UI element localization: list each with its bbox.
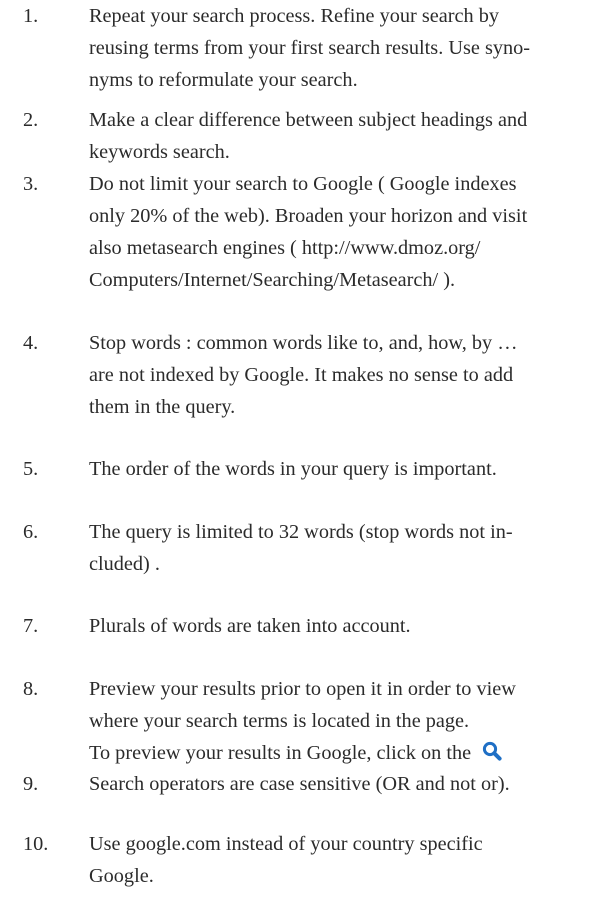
tip-line: To preview your results in Google, click… bbox=[89, 742, 472, 764]
tip-line: Search operators are case sensitive (OR … bbox=[89, 773, 510, 795]
tip-line: Repeat your search process. Refine your … bbox=[89, 5, 499, 27]
tip-number: 9. bbox=[23, 773, 39, 795]
tip-line: Computers/Internet/Searching/Metasearch/… bbox=[89, 269, 456, 291]
tip-line: The query is limited to 32 words (stop w… bbox=[89, 521, 513, 543]
tip-line: nyms to reformulate your search. bbox=[89, 69, 358, 91]
tip-text: The query is limited to 32 words (stop w… bbox=[89, 516, 609, 580]
tip-line: Plurals of words are taken into account. bbox=[89, 615, 411, 637]
tip-text: Do not limit your search to Google ( Goo… bbox=[89, 168, 609, 296]
tip-text: Repeat your search process. Refine your … bbox=[89, 0, 609, 96]
tip-line: only 20% of the web). Broaden your horiz… bbox=[89, 205, 528, 227]
tip-text: Use google.com instead of your country s… bbox=[89, 828, 609, 892]
tip-line: them in the query. bbox=[89, 396, 236, 418]
tip-line: where your search terms is located in th… bbox=[89, 710, 470, 732]
tip-number: 6. bbox=[23, 521, 39, 543]
tip-line: keywords search. bbox=[89, 141, 230, 163]
tip-number: 4. bbox=[23, 332, 39, 354]
tip-text: Search operators are case sensitive (OR … bbox=[89, 768, 609, 800]
tip-number: 5. bbox=[23, 458, 39, 480]
tip-number: 7. bbox=[23, 615, 39, 637]
tip-text: Stop words : common words like to, and, … bbox=[89, 327, 609, 423]
tip-number: 10. bbox=[23, 833, 49, 855]
tip-text: Preview your results prior to open it in… bbox=[89, 673, 609, 769]
tip-line: Google. bbox=[89, 865, 154, 887]
tip-line: Do not limit your search to Google ( Goo… bbox=[89, 173, 517, 195]
tip-text: Plurals of words are taken into account. bbox=[89, 610, 609, 642]
tip-text: Make a clear difference between subject … bbox=[89, 104, 609, 168]
tip-text: The order of the words in your query is … bbox=[89, 453, 609, 485]
tip-line: are not indexed by Google. It makes no s… bbox=[89, 364, 514, 386]
tip-line-with-icon: To preview your results in Google, click… bbox=[89, 737, 609, 769]
magnifier-search-icon[interactable] bbox=[481, 740, 503, 762]
tip-item-10: 10. Use google.com instead of your count… bbox=[0, 828, 614, 897]
tip-line: Use google.com instead of your country s… bbox=[89, 833, 483, 855]
tip-line: also metasearch engines ( http://www.dmo… bbox=[89, 237, 481, 259]
search-tips-list: 1. Repeat your search process. Refine yo… bbox=[0, 0, 614, 897]
tip-line: reusing terms from your first search res… bbox=[89, 37, 531, 59]
tip-number: 8. bbox=[23, 678, 39, 700]
tip-number: 3. bbox=[23, 173, 39, 195]
tip-line: The order of the words in your query is … bbox=[89, 458, 497, 480]
tip-number: 1. bbox=[23, 5, 39, 27]
tip-line: Make a clear difference between subject … bbox=[89, 109, 528, 131]
tip-line: Preview your results prior to open it in… bbox=[89, 678, 516, 700]
tip-line: cluded) . bbox=[89, 553, 160, 575]
tip-line: Stop words : common words like to, and, … bbox=[89, 332, 518, 354]
tip-number: 2. bbox=[23, 109, 39, 131]
